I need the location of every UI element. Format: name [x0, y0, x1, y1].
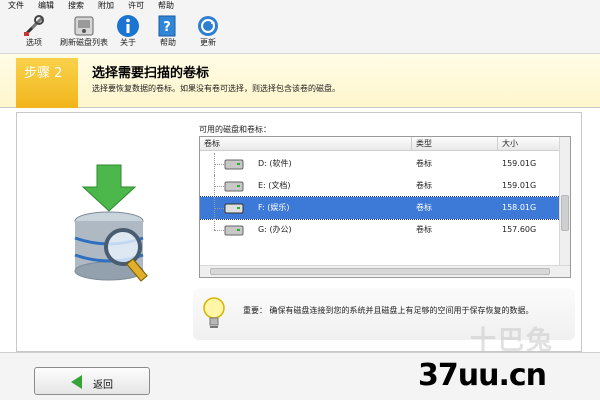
step-title: 选择需要扫描的卷标	[92, 66, 210, 81]
tree-branch	[214, 208, 224, 209]
drive-icon	[224, 181, 244, 192]
menu-bar: 文件 编辑 搜索 附加 许可 帮助	[0, 0, 600, 12]
horizontal-scrollbar[interactable]	[200, 265, 570, 277]
main-panel: 可用的磁盘和卷标： 卷标 类型 大小 D: (软件) 卷标 159.01G E:…	[16, 112, 582, 352]
watermark-ghost: 十巴兔	[470, 326, 555, 356]
volume-size: 158.01G	[502, 203, 537, 212]
menu-file[interactable]: 文件	[2, 0, 30, 12]
volume-type: 卷标	[416, 159, 432, 168]
tip-text: 重要： 确保有磁盘连接到您的系统并且磁盘上有足够的空间用于保存恢复的数据。	[243, 306, 534, 315]
step-description: 选择要恢复数据的卷标。如果没有卷可选择，则选择包含该卷的磁盘。	[92, 84, 340, 93]
volume-type: 卷标	[416, 203, 432, 212]
update-label: 更新	[200, 38, 216, 47]
step-header: 步骤 2 选择需要扫描的卷标 选择要恢复数据的卷标。如果没有卷可选择，则选择包含…	[0, 54, 600, 108]
menu-search[interactable]: 搜索	[62, 0, 90, 12]
svg-text:?: ?	[163, 20, 171, 35]
menu-edit[interactable]: 编辑	[32, 0, 60, 12]
step-tag: 步骤 2	[16, 58, 78, 108]
options-button[interactable]: 选项	[12, 14, 56, 52]
volume-row[interactable]: G: (办公) 卷标 157.60G	[200, 219, 560, 241]
volume-name: G: (办公)	[258, 225, 292, 234]
tools-icon	[24, 15, 44, 36]
back-button-label: 返回	[93, 380, 113, 391]
volume-list[interactable]: 卷标 类型 大小 D: (软件) 卷标 159.01G E: (文档) 卷标 1…	[199, 136, 571, 278]
watermark: 37uu.cn	[418, 358, 547, 393]
volume-row-selected[interactable]: F: (娱乐) 卷标 158.01G	[200, 196, 561, 220]
lightbulb-icon	[203, 297, 225, 328]
step-number: 步骤 2	[24, 66, 63, 81]
volume-type: 卷标	[416, 225, 432, 234]
column-header-type[interactable]: 类型	[412, 137, 498, 151]
tree-branch	[214, 164, 224, 165]
volume-size: 159.01G	[502, 159, 537, 168]
menu-addons[interactable]: 附加	[92, 0, 120, 12]
column-header-volume[interactable]: 卷标	[200, 137, 412, 151]
volume-name: E: (文档)	[258, 181, 291, 190]
toolbar: 选项 刷新磁盘列表 关于 ? 帮助 更新	[0, 12, 600, 54]
info-icon	[117, 15, 139, 37]
column-header-size[interactable]: 大小	[498, 137, 560, 151]
update-button[interactable]: 更新	[186, 14, 230, 52]
refresh-disks-button[interactable]: 刷新磁盘列表	[58, 14, 110, 52]
help-button[interactable]: ? 帮助	[146, 14, 190, 52]
volume-type: 卷标	[416, 181, 432, 190]
refresh-disks-label: 刷新磁盘列表	[60, 38, 108, 47]
menu-help[interactable]: 帮助	[152, 0, 180, 12]
update-icon	[198, 16, 218, 36]
vertical-scrollbar[interactable]	[559, 137, 570, 265]
tree-branch	[214, 230, 224, 231]
vertical-scroll-thumb[interactable]	[561, 195, 569, 231]
drive-icon	[224, 225, 244, 236]
tree-branch	[214, 186, 224, 187]
menu-license[interactable]: 许可	[122, 0, 150, 12]
volume-row[interactable]: D: (软件) 卷标 159.01G	[200, 153, 560, 175]
horizontal-scroll-thumb[interactable]	[210, 268, 550, 275]
volume-size: 157.60G	[502, 225, 537, 234]
help-icon: ?	[158, 15, 176, 37]
options-label: 选项	[26, 38, 42, 47]
help-label: 帮助	[160, 38, 176, 47]
volume-name: F: (娱乐)	[258, 203, 290, 212]
drive-icon	[224, 203, 244, 214]
volume-size: 159.01G	[502, 181, 537, 190]
tree-line	[214, 219, 222, 230]
volume-name: D: (软件)	[258, 159, 292, 168]
back-button[interactable]: 返回	[34, 367, 150, 395]
about-label: 关于	[120, 38, 136, 47]
back-arrow-icon	[71, 375, 82, 389]
refresh-disk-icon	[74, 16, 94, 36]
volume-row[interactable]: E: (文档) 卷标 159.01G	[200, 175, 560, 197]
disk-scan-icon	[74, 164, 148, 282]
about-button[interactable]: 关于	[106, 14, 150, 52]
volume-list-caption: 可用的磁盘和卷标：	[199, 125, 271, 134]
drive-icon	[224, 159, 244, 170]
